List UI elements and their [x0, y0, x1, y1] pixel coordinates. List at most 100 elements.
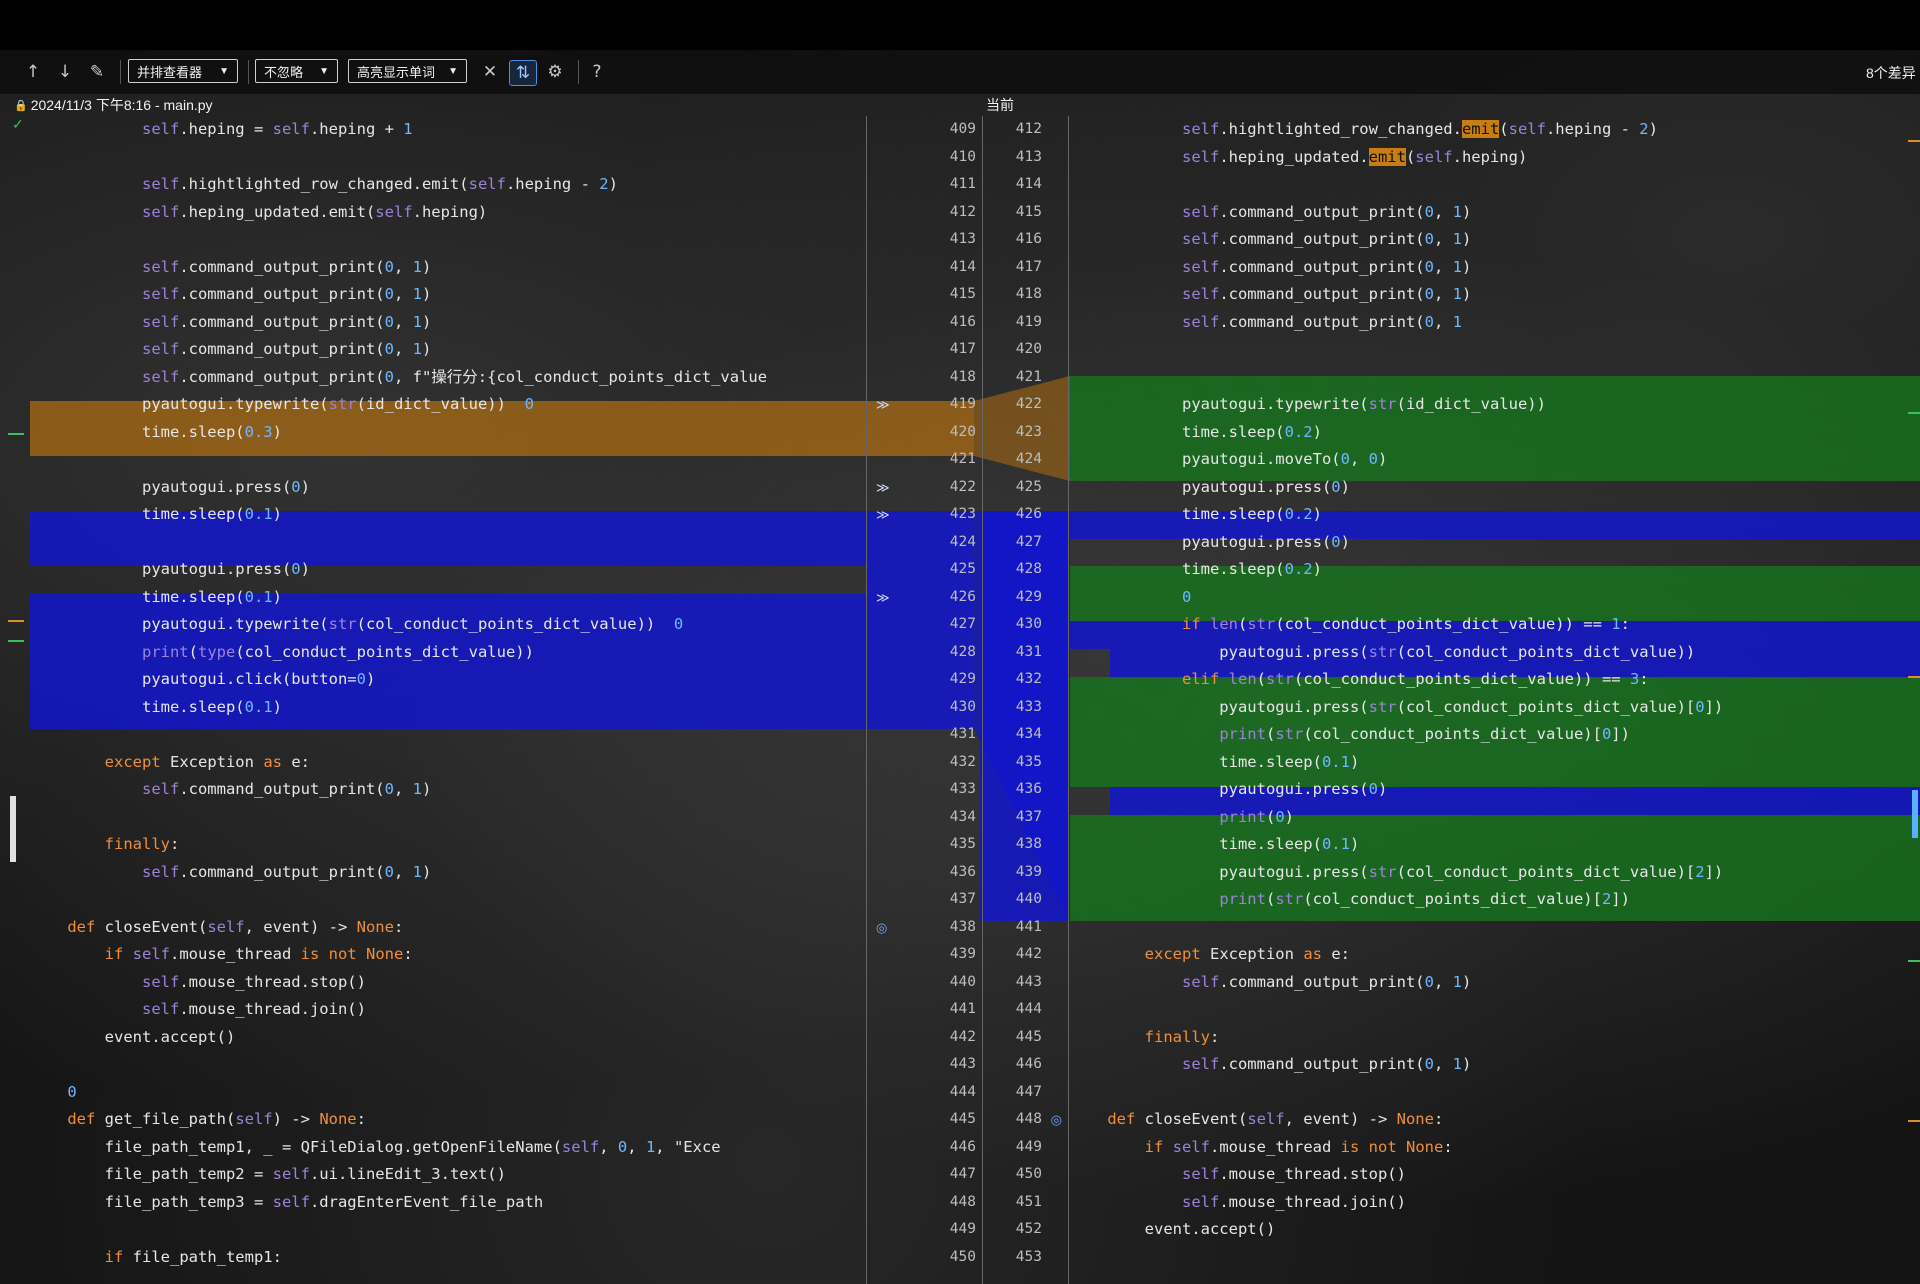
- left-code-line[interactable]: def closeEvent(self, event) -> None:: [30, 914, 866, 942]
- right-code-line[interactable]: [1070, 914, 1920, 942]
- right-code-line[interactable]: self.command_output_print(0, 1): [1070, 226, 1920, 254]
- right-code-line[interactable]: self.command_output_print(0, 1: [1070, 309, 1920, 337]
- right-code-line[interactable]: pyautogui.press(0): [1070, 776, 1920, 804]
- left-code-line[interactable]: self.command_output_print(0, 1): [30, 254, 866, 282]
- left-code-line[interactable]: [30, 1216, 866, 1244]
- help-icon[interactable]: ?: [584, 60, 610, 84]
- right-code-line[interactable]: pyautogui.press(0): [1070, 474, 1920, 502]
- left-code-line[interactable]: self.command_output_print(0, 1): [30, 859, 866, 887]
- left-code-line[interactable]: self.mouse_thread.join(): [30, 996, 866, 1024]
- left-code-line[interactable]: [30, 144, 866, 172]
- right-code-line[interactable]: self.command_output_print(0, 1): [1070, 969, 1920, 997]
- left-code-line[interactable]: time.sleep(0.1): [30, 584, 866, 612]
- left-code-line[interactable]: self.heping = self.heping + 1: [30, 116, 866, 144]
- left-code-line[interactable]: [30, 804, 866, 832]
- left-code-line[interactable]: self.mouse_thread.stop(): [30, 969, 866, 997]
- whitespace-ignore-dropdown[interactable]: 不忽略 ▼: [255, 59, 338, 83]
- right-code-line[interactable]: [1070, 1244, 1920, 1272]
- left-code-line[interactable]: self.command_output_print(0, 1): [30, 336, 866, 364]
- right-code-line[interactable]: print(str(col_conduct_points_dict_value)…: [1070, 886, 1920, 914]
- edit-source-icon[interactable]: ✎: [84, 60, 110, 84]
- apply-change-arrow-icon[interactable]: ≫: [876, 474, 890, 502]
- right-code-line[interactable]: self.command_output_print(0, 1): [1070, 281, 1920, 309]
- right-code-line[interactable]: time.sleep(0.1): [1070, 749, 1920, 777]
- left-code-line[interactable]: pyautogui.typewrite(str(col_conduct_poin…: [30, 611, 866, 639]
- left-code-line[interactable]: except Exception as e:: [30, 749, 866, 777]
- right-code-line[interactable]: [1070, 1079, 1920, 1107]
- left-code-line[interactable]: file_path_temp1, _ = QFileDialog.getOpen…: [30, 1134, 866, 1162]
- left-code-line[interactable]: [30, 886, 866, 914]
- right-code-line[interactable]: 0: [1070, 584, 1920, 612]
- gear-icon[interactable]: ⚙: [542, 60, 568, 84]
- right-code-line[interactable]: self.command_output_print(0, 1): [1070, 254, 1920, 282]
- left-code-line[interactable]: pyautogui.typewrite(str(id_dict_value)) …: [30, 391, 866, 419]
- right-code-line[interactable]: except Exception as e:: [1070, 941, 1920, 969]
- left-code-line[interactable]: event.accept(): [30, 1024, 866, 1052]
- left-code-line[interactable]: self.command_output_print(0, 1): [30, 281, 866, 309]
- right-code-line[interactable]: def closeEvent(self, event) -> None:: [1070, 1106, 1920, 1134]
- right-code-line[interactable]: self.mouse_thread.join(): [1070, 1189, 1920, 1217]
- left-code-line[interactable]: [30, 446, 866, 474]
- right-code-line[interactable]: print(0): [1070, 804, 1920, 832]
- left-code-line[interactable]: time.sleep(0.3): [30, 419, 866, 447]
- left-code-line[interactable]: pyautogui.press(0): [30, 474, 866, 502]
- right-code-line[interactable]: self.command_output_print(0, 1): [1070, 199, 1920, 227]
- left-code-line[interactable]: print(type(col_conduct_points_dict_value…: [30, 639, 866, 667]
- left-code-line[interactable]: [30, 1051, 866, 1079]
- left-code-line[interactable]: self.hightlighted_row_changed.emit(self.…: [30, 171, 866, 199]
- viewer-mode-dropdown[interactable]: 并排查看器 ▼: [128, 59, 238, 83]
- right-code-line[interactable]: time.sleep(0.1): [1070, 831, 1920, 859]
- right-code-line[interactable]: [1070, 996, 1920, 1024]
- right-code-line[interactable]: if self.mouse_thread is not None:: [1070, 1134, 1920, 1162]
- right-scrollbar-thumb[interactable]: [1912, 790, 1918, 838]
- right-code-line[interactable]: print(str(col_conduct_points_dict_value)…: [1070, 721, 1920, 749]
- left-code-line[interactable]: pyautogui.press(0): [30, 556, 866, 584]
- right-code-line[interactable]: self.command_output_print(0, 1): [1070, 1051, 1920, 1079]
- right-code-line[interactable]: [1070, 364, 1920, 392]
- left-code-line[interactable]: self.command_output_print(0, 1): [30, 309, 866, 337]
- right-code-line[interactable]: pyautogui.press(0): [1070, 529, 1920, 557]
- next-difference-icon[interactable]: ↓: [52, 60, 78, 84]
- left-scrollbar-thumb[interactable]: [10, 796, 16, 862]
- left-code-line[interactable]: time.sleep(0.1): [30, 501, 866, 529]
- left-code-line[interactable]: finally:: [30, 831, 866, 859]
- left-code-line[interactable]: [30, 721, 866, 749]
- right-code-line[interactable]: self.heping_updated.emit(self.heping): [1070, 144, 1920, 172]
- left-code-line[interactable]: self.command_output_print(0, f"操行分:{col_…: [30, 364, 866, 392]
- right-code-line[interactable]: pyautogui.press(str(col_conduct_points_d…: [1070, 694, 1920, 722]
- highlight-mode-dropdown[interactable]: 高亮显示单词 ▼: [348, 59, 467, 83]
- right-code-line[interactable]: pyautogui.typewrite(str(id_dict_value)): [1070, 391, 1920, 419]
- left-code-line[interactable]: [30, 529, 866, 557]
- apply-change-arrow-icon[interactable]: ≫: [876, 391, 890, 419]
- right-code-line[interactable]: self.mouse_thread.stop(): [1070, 1161, 1920, 1189]
- apply-change-arrow-icon[interactable]: ≫: [876, 501, 890, 529]
- left-code-line[interactable]: file_path_temp3 = self.dragEnterEvent_fi…: [30, 1189, 866, 1217]
- left-code-line[interactable]: pyautogui.click(button=0): [30, 666, 866, 694]
- right-code-line[interactable]: [1070, 336, 1920, 364]
- right-code-line[interactable]: finally:: [1070, 1024, 1920, 1052]
- left-code-line[interactable]: def get_file_path(self) -> None:: [30, 1106, 866, 1134]
- right-code-line[interactable]: if len(str(col_conduct_points_dict_value…: [1070, 611, 1920, 639]
- left-code-line[interactable]: if file_path_temp1:: [30, 1244, 866, 1272]
- left-code-line[interactable]: self.heping_updated.emit(self.heping): [30, 199, 866, 227]
- previous-difference-icon[interactable]: ↑: [20, 60, 46, 84]
- right-code-line[interactable]: pyautogui.press(str(col_conduct_points_d…: [1070, 639, 1920, 667]
- left-code-line[interactable]: if self.mouse_thread is not None:: [30, 941, 866, 969]
- bookmark-target-icon[interactable]: ◎: [876, 914, 887, 942]
- left-code-pane[interactable]: self.heping = self.heping + 1 self.hight…: [30, 116, 866, 1284]
- apply-change-arrow-icon[interactable]: ≫: [876, 584, 890, 612]
- left-code-line[interactable]: time.sleep(0.1): [30, 694, 866, 722]
- right-code-line[interactable]: self.hightlighted_row_changed.emit(self.…: [1070, 116, 1920, 144]
- right-code-line[interactable]: pyautogui.moveTo(0, 0): [1070, 446, 1920, 474]
- right-code-pane[interactable]: self.hightlighted_row_changed.emit(self.…: [1070, 116, 1920, 1284]
- bookmark-target-icon[interactable]: ◎: [1051, 1106, 1062, 1134]
- right-code-line[interactable]: time.sleep(0.2): [1070, 556, 1920, 584]
- synchronize-scrolling-icon[interactable]: ⇅: [509, 60, 537, 86]
- right-code-line[interactable]: time.sleep(0.2): [1070, 501, 1920, 529]
- left-code-line[interactable]: self.command_output_print(0, 1): [30, 776, 866, 804]
- right-code-line[interactable]: elif len(str(col_conduct_points_dict_val…: [1070, 666, 1920, 694]
- right-code-line[interactable]: time.sleep(0.2): [1070, 419, 1920, 447]
- right-code-line[interactable]: [1070, 171, 1920, 199]
- left-code-line[interactable]: [30, 226, 866, 254]
- right-code-line[interactable]: pyautogui.press(str(col_conduct_points_d…: [1070, 859, 1920, 887]
